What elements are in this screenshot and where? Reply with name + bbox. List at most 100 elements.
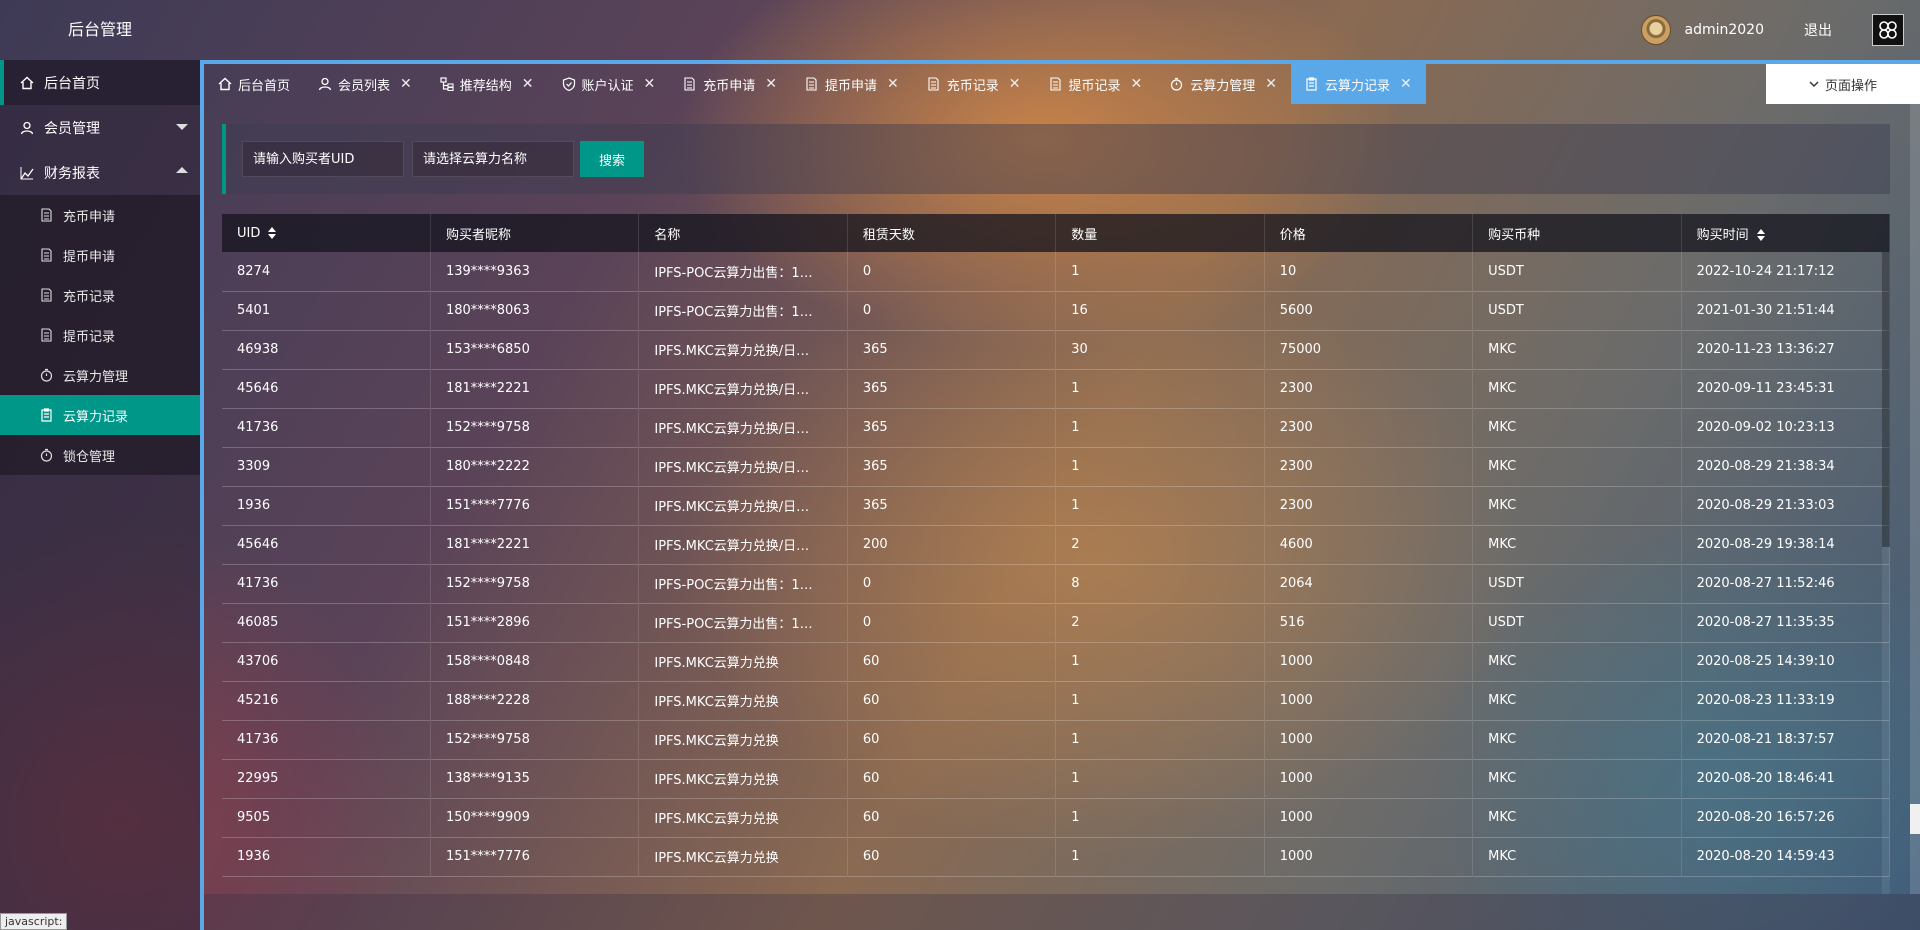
table-row[interactable]: 41736 152****9758 IPFS.MKC云算力兑换 60 1 1000 MKC 2… [222,720,1890,759]
cell-currency: MKC [1472,642,1682,681]
timer-icon [40,368,53,382]
close-icon[interactable]: ✕ [1131,76,1143,92]
cell-days: 60 [847,837,1057,876]
cell-days: 365 [847,408,1057,447]
close-icon[interactable]: ✕ [522,76,534,92]
avatar[interactable] [1640,15,1671,45]
cell-price: 75000 [1264,330,1474,369]
column-header-time[interactable]: 购买时间 [1681,214,1890,252]
sidebar-item-withdraw-record[interactable]: 提币记录 [0,315,200,355]
tab-referral-structure[interactable]: 推荐结构 ✕ [426,64,548,104]
cell-currency: MKC [1472,408,1682,447]
tab-cloud-power-manage[interactable]: 云算力管理 ✕ [1156,64,1291,104]
cloud-power-name-select[interactable] [412,141,574,177]
tab-withdraw-record[interactable]: 提币记录 ✕ [1035,64,1157,104]
sidebar-item-finance[interactable]: 财务报表 [0,150,200,195]
cell-nickname: 152****9758 [430,564,640,603]
close-icon[interactable]: ✕ [1265,76,1277,92]
cell-currency: USDT [1472,252,1682,291]
table-row[interactable]: 9505 150****9909 IPFS.MKC云算力兑换 60 1 1000 MKC 20… [222,798,1890,837]
cell-price: 2300 [1264,447,1474,486]
close-icon[interactable]: ✕ [887,76,899,92]
cell-uid: 1936 [222,837,431,876]
table-row[interactable]: 5401 180****8063 IPFS-POC云算力出售：1… 0 16 5600 US… [222,291,1890,330]
doc-icon [927,77,941,91]
table-row[interactable]: 1936 151****7776 IPFS.MKC云算力兑换 60 1 1000 MKC 20… [222,837,1890,876]
table-row[interactable]: 45646 181****2221 IPFS.MKC云算力兑换/日… 200 2 4600… [222,525,1890,564]
sidebar-item-home[interactable]: 后台首页 [0,60,200,105]
sort-icon[interactable] [1756,229,1765,241]
tab-label: 充币申请 [703,78,756,94]
cell-quantity: 16 [1055,291,1265,330]
close-icon[interactable]: ✕ [765,76,777,92]
column-header-name: 名称 [638,214,848,252]
cell-name: IPFS-POC云算力出售：1… [638,252,848,291]
tab-cloud-power-record[interactable]: 云算力记录 ✕ [1291,64,1426,104]
table-scrollbar-thumb[interactable] [1882,252,1890,547]
cell-uid: 41736 [222,408,431,447]
table-row[interactable]: 3309 180****2222 IPFS.MKC云算力兑换/日… 365 1 2300 M… [222,447,1890,486]
cell-time: 2020-08-25 14:39:10 [1681,642,1890,681]
sidebar: 后台首页 会员管理 财务报表 充币申请 提币申请 充币记录 提币记录 云算力管理… [0,60,200,930]
table-row[interactable]: 41736 152****9758 IPFS.MKC云算力兑换/日… 365 1 2300… [222,408,1890,447]
table-row[interactable]: 46085 151****2896 IPFS-POC云算力出售：1… 0 2 516 USD… [222,603,1890,642]
table-row[interactable]: 22995 138****9135 IPFS.MKC云算力兑换 60 1 1000 MKC 2… [222,759,1890,798]
cell-name: IPFS.MKC云算力兑换/日… [638,447,848,486]
table-row[interactable]: 45646 181****2221 IPFS.MKC云算力兑换/日… 365 1 2300… [222,369,1890,408]
cell-nickname: 150****9909 [430,798,640,837]
tab-label: 推荐结构 [459,78,512,94]
theme-icon[interactable] [1872,14,1904,46]
cell-days: 60 [847,642,1057,681]
cell-nickname: 151****7776 [430,486,640,525]
doc-icon [40,288,53,302]
cell-name: IPFS.MKC云算力兑换 [638,681,848,720]
tab-home[interactable]: 后台首页 [204,64,304,104]
uid-search-input[interactable] [242,141,404,177]
cell-time: 2020-08-27 11:35:35 [1681,603,1890,642]
sidebar-item-members[interactable]: 会员管理 [0,105,200,150]
table-row[interactable]: 46938 153****6850 IPFS.MKC云算力兑换/日… 365 30 750… [222,330,1890,369]
page-operations-button[interactable]: 页面操作 [1766,64,1920,104]
tab-member-list[interactable]: 会员列表 ✕ [304,64,426,104]
app-title: 后台管理 [67,20,132,39]
tab-account-verify[interactable]: 账户认证 ✕ [548,64,670,104]
sidebar-item-deposit-record[interactable]: 充币记录 [0,275,200,315]
sidebar-item-cloud-power-record[interactable]: 云算力记录 [0,395,200,435]
cell-name: IPFS.MKC云算力兑换 [638,759,848,798]
sidebar-item-cloud-power-manage[interactable]: 云算力管理 [0,355,200,395]
cell-price: 4600 [1264,525,1474,564]
close-icon[interactable]: ✕ [1400,76,1412,92]
cell-price: 2300 [1264,486,1474,525]
table-row[interactable]: 8274 139****9363 IPFS-POC云算力出售：1… 0 1 10 USDT 2… [222,252,1890,291]
cell-name: IPFS.MKC云算力兑换 [638,642,848,681]
tab-deposit-record[interactable]: 充币记录 ✕ [913,64,1035,104]
sidebar-item-withdraw-apply[interactable]: 提币申请 [0,235,200,275]
search-button[interactable]: 搜索 [580,141,644,177]
table-row[interactable]: 41736 152****9758 IPFS-POC云算力出售：1… 0 8 2064 US… [222,564,1890,603]
cell-name: IPFS-POC云算力出售：1… [638,564,848,603]
username[interactable]: admin2020 [1685,22,1765,38]
sidebar-item-lock-manage[interactable]: 锁仓管理 [0,435,200,475]
sidebar-item-deposit-apply[interactable]: 充币申请 [0,195,200,235]
column-header-uid[interactable]: UID [222,214,431,252]
table-scrollbar[interactable] [1882,252,1890,894]
tab-deposit-apply[interactable]: 充币申请 ✕ [669,64,791,104]
sort-icon[interactable] [268,227,277,239]
cell-nickname: 181****2221 [430,525,640,564]
cell-days: 365 [847,486,1057,525]
table-row[interactable]: 1936 151****7776 IPFS.MKC云算力兑换/日… 365 1 2300 M… [222,486,1890,525]
cell-name: IPFS.MKC云算力兑换/日… [638,525,848,564]
close-icon[interactable]: ✕ [644,76,656,92]
column-header-quantity: 数量 [1055,214,1265,252]
logout-link[interactable]: 退出 [1804,20,1832,40]
tab-withdraw-apply[interactable]: 提币申请 ✕ [791,64,913,104]
close-icon[interactable]: ✕ [1009,76,1021,92]
table-row[interactable]: 43706 158****0848 IPFS.MKC云算力兑换 60 1 1000 MKC 2… [222,642,1890,681]
cell-uid: 46938 [222,330,431,369]
page-scrollbar-thumb[interactable] [1910,804,1920,834]
page-scrollbar[interactable] [1910,104,1920,894]
cell-price: 1000 [1264,837,1474,876]
home-icon [20,76,34,90]
table-row[interactable]: 45216 188****2228 IPFS.MKC云算力兑换 60 1 1000 MKC 2… [222,681,1890,720]
close-icon[interactable]: ✕ [400,76,412,92]
